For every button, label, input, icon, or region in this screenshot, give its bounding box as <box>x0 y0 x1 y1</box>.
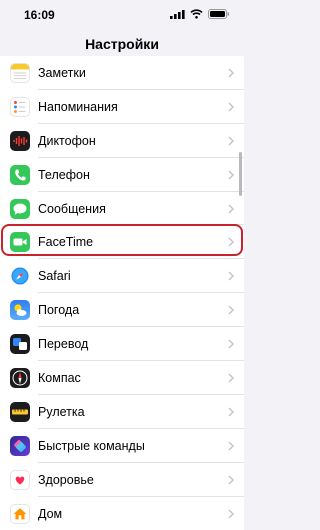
settings-row-label: Заметки <box>38 65 86 80</box>
settings-row-label: Напоминания <box>38 99 118 114</box>
phone-icon <box>10 164 30 185</box>
settings-row-notes[interactable]: Заметки <box>0 56 244 90</box>
settings-row-shortcuts[interactable]: Быстрые команды <box>0 429 244 463</box>
settings-row-label: Диктофон <box>38 133 96 148</box>
settings-row-label: Сообщения <box>38 201 106 216</box>
settings-list: Заметки Напоминания Диктофон Телефон Соо… <box>0 56 244 530</box>
chevron-right-icon <box>228 271 234 281</box>
messages-icon <box>10 198 30 219</box>
battery-icon <box>208 9 230 19</box>
settings-row-phone[interactable]: Телефон <box>0 158 244 192</box>
settings-row-label: Здоровье <box>38 472 94 487</box>
notes-icon <box>10 62 30 83</box>
safari-icon <box>10 266 30 287</box>
settings-row-label: Компас <box>38 370 81 385</box>
status-bar: 16:09 <box>0 0 244 26</box>
wifi-icon <box>190 9 203 19</box>
settings-row-safari[interactable]: Safari <box>0 259 244 294</box>
settings-row-label: Рулетка <box>38 404 85 419</box>
settings-row-label: Погода <box>38 303 80 318</box>
chevron-right-icon <box>228 136 234 146</box>
settings-row-label: Телефон <box>38 167 90 182</box>
chevron-right-icon <box>228 305 234 315</box>
chevron-right-icon <box>228 441 234 451</box>
settings-row-compass[interactable]: Компас <box>0 361 244 395</box>
chevron-right-icon <box>228 203 234 214</box>
chevron-right-icon <box>228 508 234 519</box>
chevron-right-icon <box>228 475 234 485</box>
safari-highlight-frame <box>1 224 243 256</box>
settings-row-translate[interactable]: Перевод <box>0 327 244 362</box>
nav-header: Настройки <box>0 26 244 56</box>
chevron-right-icon <box>228 339 234 349</box>
scrollbar[interactable] <box>239 152 242 196</box>
page-title: Настройки <box>85 36 159 52</box>
settings-row-voice-memos[interactable]: Диктофон <box>0 124 244 158</box>
settings-row-measure[interactable]: Рулетка <box>0 395 244 429</box>
settings-row-messages[interactable]: Сообщения <box>0 192 244 226</box>
chevron-right-icon <box>228 407 234 417</box>
settings-row-home[interactable]: Дом <box>0 497 244 530</box>
measure-icon <box>10 401 30 422</box>
settings-row-label: Safari <box>38 269 71 284</box>
chevron-right-icon <box>228 373 234 383</box>
chevron-right-icon <box>228 102 234 112</box>
settings-row-label: Перевод <box>38 337 89 352</box>
shortcuts-icon <box>10 435 30 456</box>
settings-row-reminders[interactable]: Напоминания <box>0 90 244 124</box>
home-icon <box>10 503 30 524</box>
translate-icon <box>10 334 30 355</box>
reminders-icon <box>10 96 30 117</box>
settings-row-weather[interactable]: Погода <box>0 293 244 328</box>
compass-icon <box>10 367 30 388</box>
weather-icon <box>10 300 30 321</box>
settings-row-health[interactable]: Здоровье <box>0 463 244 497</box>
chevron-right-icon <box>228 68 234 78</box>
settings-row-label: Быстрые команды <box>38 438 145 453</box>
cellular-signal-icon <box>170 9 185 19</box>
chevron-right-icon <box>228 170 234 180</box>
status-icons <box>170 9 230 19</box>
status-time: 16:09 <box>24 8 55 22</box>
settings-row-label: Дом <box>38 506 63 521</box>
voice-memos-icon <box>10 130 30 151</box>
health-icon <box>10 469 30 490</box>
